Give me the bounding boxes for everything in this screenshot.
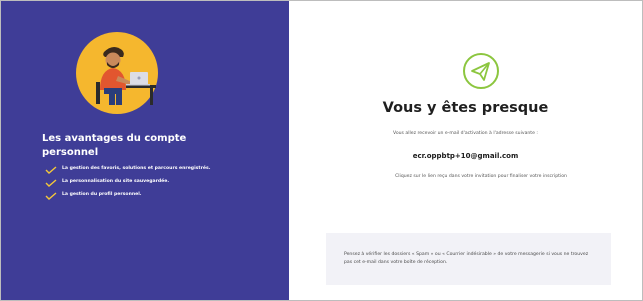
activation-instruction: Cliquez sur le lien reçu dans votre invi… <box>395 174 567 179</box>
benefit-text: La gestion du profil personnel. <box>62 192 142 197</box>
page-title: Vous y êtes presque <box>382 100 549 116</box>
notice-text: Pensez à vérifier les dossiers « Spam » … <box>344 252 589 265</box>
confirmation-panel: Vous y êtes presque Vous allez recevoir … <box>289 1 642 300</box>
list-item: La personnalisation du site sauvegardée. <box>42 178 242 187</box>
activation-intro: Vous allez recevoir un e-mail d'activati… <box>393 131 538 136</box>
list-item: La gestion du profil personnel. <box>42 191 242 200</box>
benefit-text: La gestion des favoris, solutions et par… <box>62 166 211 171</box>
spam-notice: Pensez à vérifier les dossiers « Spam » … <box>326 233 611 285</box>
person-at-laptop-illustration <box>76 32 158 114</box>
benefits-title: Les avantages du compte personnel <box>42 133 187 158</box>
benefits-list: La gestion des favoris, solutions et par… <box>42 165 242 204</box>
list-item: La gestion des favoris, solutions et par… <box>42 165 242 174</box>
check-icon <box>45 166 57 174</box>
paper-plane-icon <box>463 53 499 89</box>
activation-page: Les avantages du compte personnel La ges… <box>0 0 643 301</box>
benefits-panel: Les avantages du compte personnel La ges… <box>1 1 289 300</box>
check-icon <box>45 192 57 200</box>
check-icon <box>45 179 57 187</box>
benefit-text: La personnalisation du site sauvegardée. <box>62 179 170 184</box>
email-address: ecr.oppbtp+10@gmail.com <box>412 152 519 160</box>
